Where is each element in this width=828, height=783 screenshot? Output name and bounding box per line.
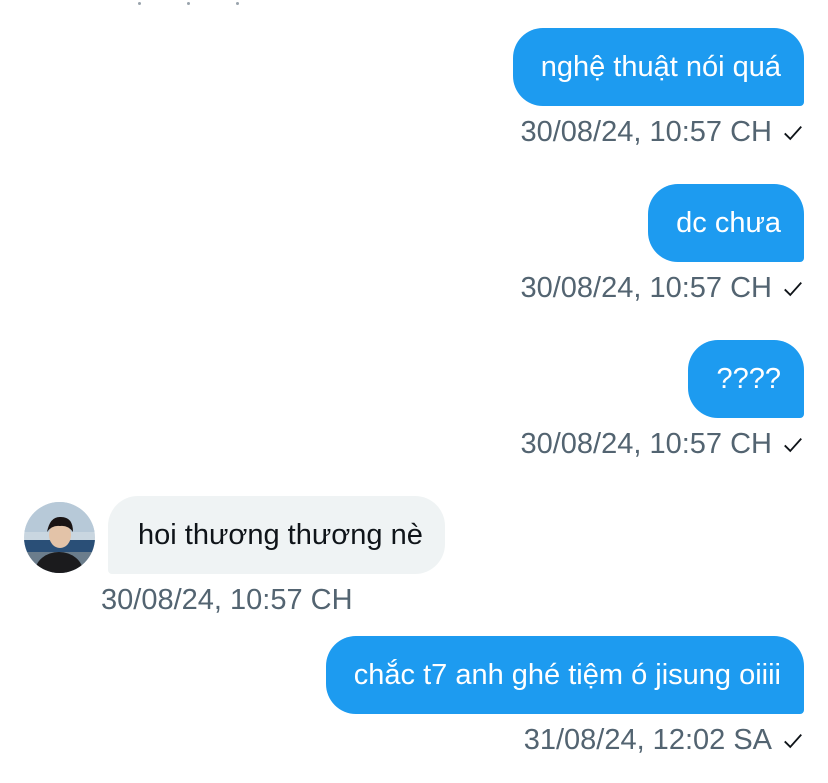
message-timestamp: 30/08/24, 10:57 CH [520, 116, 772, 148]
message-meta: 31/08/24, 12:02 SA [524, 724, 804, 757]
message-meta: 30/08/24, 10:57 CH [520, 116, 804, 149]
message-meta: 30/08/24, 10:57 CH [520, 428, 804, 461]
sender-avatar[interactable] [24, 502, 95, 573]
message-timestamp: 30/08/24, 10:57 CH [101, 584, 353, 616]
message-bubble-outgoing[interactable]: nghệ thuật nói quá [512, 28, 804, 106]
message-timestamp: 31/08/24, 12:02 SA [523, 724, 772, 756]
avatar-photo [24, 502, 95, 573]
message-timestamp: 30/08/24, 10:57 CH [520, 272, 772, 304]
message-bubble-outgoing[interactable]: chắc t7 anh ghé tiệm ó jisung oiiii [325, 636, 804, 714]
sent-check-icon [784, 733, 802, 748]
sent-check-icon [784, 281, 802, 296]
sent-check-icon [784, 437, 802, 452]
message-bubble-outgoing[interactable]: dc chưa [648, 184, 804, 262]
message-timestamp: 30/08/24, 10:57 CH [520, 428, 772, 460]
message-meta: 30/08/24, 10:57 CH [520, 272, 804, 305]
message-bubble-outgoing[interactable]: ???? [688, 340, 804, 418]
scroll-fade-dots [138, 2, 239, 5]
sent-check-icon [784, 125, 802, 140]
message-bubble-incoming[interactable]: hoi thương thương nè [108, 496, 445, 574]
message-meta: 30/08/24, 10:57 CH [101, 584, 353, 617]
